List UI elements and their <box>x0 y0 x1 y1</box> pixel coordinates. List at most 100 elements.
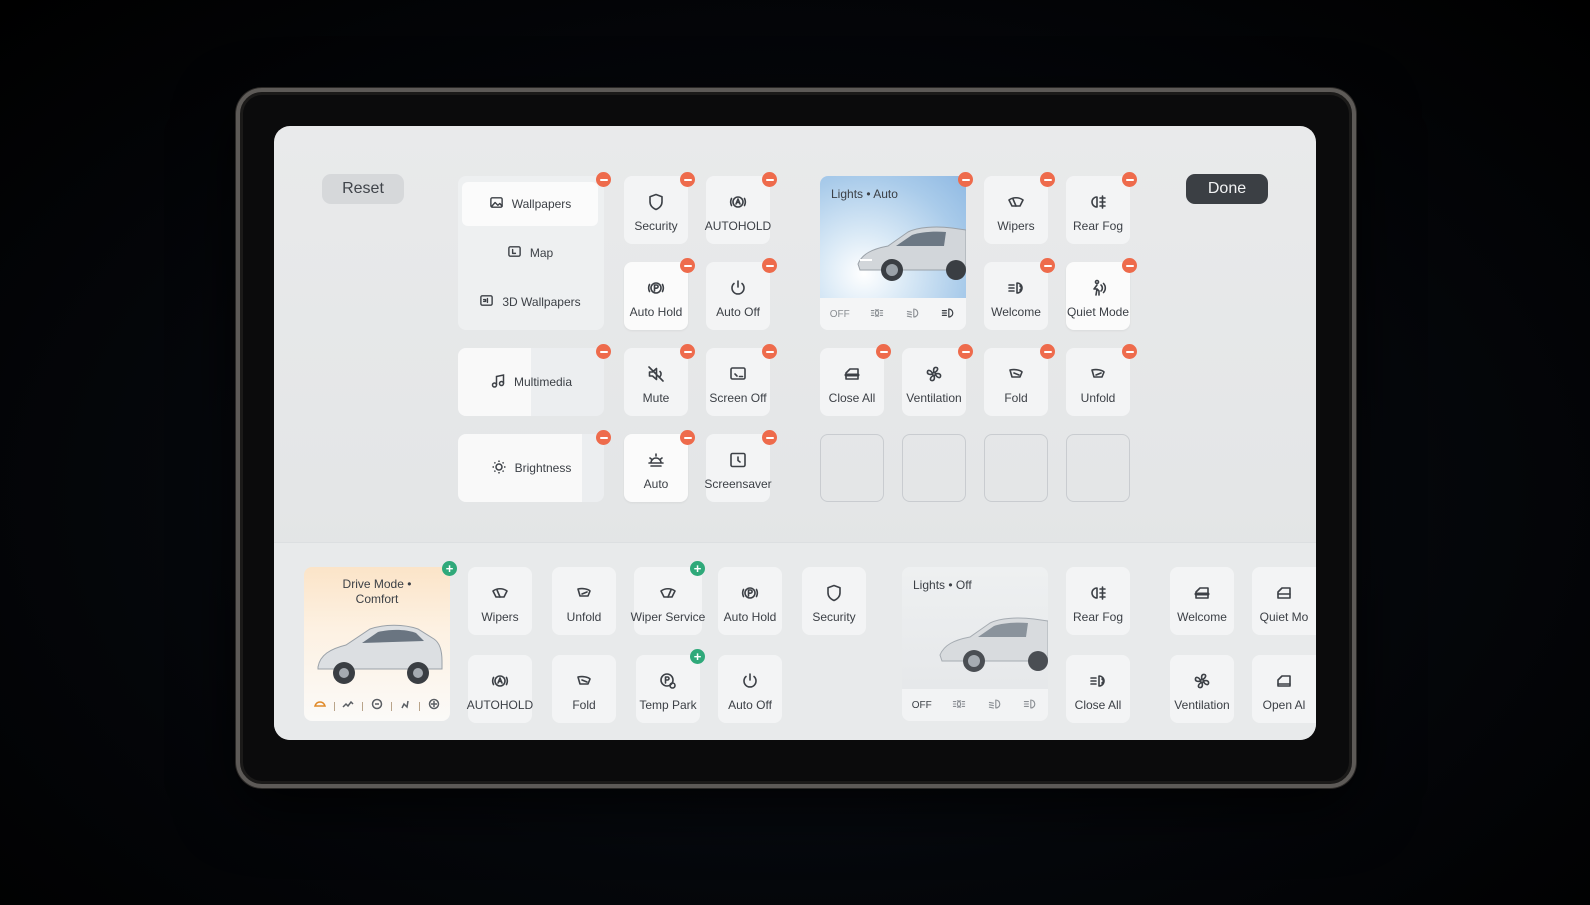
tray-welcome-tile[interactable]: Welcome <box>1170 567 1234 635</box>
custom-mode-icon[interactable] <box>399 697 411 715</box>
comfort-mode-icon[interactable] <box>313 697 326 715</box>
drive-mode-selector[interactable] <box>310 697 444 715</box>
remove-badge[interactable] <box>1040 344 1055 359</box>
wiper-service-icon <box>658 583 678 603</box>
remove-badge[interactable] <box>1040 258 1055 273</box>
wallpapers-label: Wallpapers <box>511 197 572 211</box>
remove-badge[interactable] <box>680 344 695 359</box>
lights-mode-bar[interactable]: OFF <box>820 298 966 330</box>
tray-rear-fog-label: Rear Fog <box>1072 609 1124 624</box>
auto-off-tile[interactable]: Auto Off <box>706 262 770 330</box>
tray-auto-off-tile[interactable]: Auto Off <box>718 655 782 723</box>
mute-tile[interactable]: Mute <box>624 348 688 416</box>
security-tile[interactable]: Security <box>624 176 688 244</box>
tray-lights-widget[interactable]: Lights • Off OFF <box>902 567 1048 721</box>
snow-mode-icon[interactable] <box>428 697 440 715</box>
remove-badge[interactable] <box>1040 172 1055 187</box>
empty-slot[interactable] <box>902 434 966 502</box>
done-button[interactable]: Done <box>1186 174 1268 204</box>
remove-badge[interactable] <box>762 172 777 187</box>
power-icon <box>728 278 748 298</box>
remove-badge[interactable] <box>1122 258 1137 273</box>
map-option[interactable]: Map <box>462 231 598 275</box>
tray-unfold-tile[interactable]: Unfold <box>552 567 616 635</box>
multimedia-widget[interactable]: Multimedia <box>458 348 604 416</box>
close-all-tile[interactable]: Close All <box>820 348 884 416</box>
add-badge[interactable]: + <box>690 561 705 576</box>
remove-badge[interactable] <box>958 172 973 187</box>
position-lights-icon[interactable] <box>951 696 967 715</box>
add-badge[interactable]: + <box>442 561 457 576</box>
lights-off-option[interactable]: OFF <box>830 309 850 320</box>
add-badge[interactable]: + <box>690 649 705 664</box>
quiet-mode-tile[interactable]: Quiet Mode <box>1066 262 1130 330</box>
welcome-tile[interactable]: Welcome <box>984 262 1048 330</box>
reset-button[interactable]: Reset <box>322 174 404 204</box>
security-label: Security <box>634 218 678 233</box>
eco-mode-icon[interactable] <box>371 697 383 715</box>
remove-badge[interactable] <box>1122 344 1137 359</box>
tray-wipers-tile[interactable]: Wipers <box>468 567 532 635</box>
remove-badge[interactable] <box>1122 172 1137 187</box>
remove-badge[interactable] <box>876 344 891 359</box>
brightness-widget[interactable]: Brightness <box>458 434 604 502</box>
widget-tray[interactable]: Drive Mode • Comfort + Wipers Unfold Wip… <box>274 542 1316 740</box>
remove-badge[interactable] <box>680 172 695 187</box>
remove-badge[interactable] <box>762 258 777 273</box>
tray-autohold-tile[interactable]: AUTOHOLD <box>466 655 534 723</box>
tray-security-tile[interactable]: Security <box>802 567 866 635</box>
tray-close-all-tile[interactable]: Close All <box>1066 655 1130 723</box>
rear-fog-tile[interactable]: Rear Fog <box>1066 176 1130 244</box>
high-beam-icon[interactable] <box>1022 696 1038 715</box>
quiet-mode-label: Quiet Mode <box>1066 304 1130 319</box>
wallpaper-widget[interactable]: Wallpapers Map 3D Wallpapers <box>458 176 604 330</box>
fold-tile[interactable]: Fold <box>984 348 1048 416</box>
wipers-tile[interactable]: Wipers <box>984 176 1048 244</box>
remove-badge[interactable] <box>596 344 611 359</box>
tray-wiper-service-label: Wiper Service <box>630 609 706 624</box>
remove-badge[interactable] <box>596 172 611 187</box>
tray-quiet-mode-tile[interactable]: Quiet Mo <box>1252 567 1316 635</box>
lights-widget[interactable]: Lights • Auto OFF <box>820 176 966 330</box>
tray-open-all-tile[interactable]: Open Al <box>1252 655 1316 723</box>
empty-slot[interactable] <box>820 434 884 502</box>
wallpapers-option[interactable]: Wallpapers <box>462 182 598 226</box>
auto-hold-tile[interactable]: Auto Hold <box>624 262 688 330</box>
screensaver-tile[interactable]: Screensaver <box>704 434 772 502</box>
empty-slot[interactable] <box>1066 434 1130 502</box>
screen-off-tile[interactable]: Screen Off <box>706 348 770 416</box>
remove-badge[interactable] <box>680 430 695 445</box>
tray-ventilation-tile[interactable]: Ventilation <box>1170 655 1234 723</box>
tray-rear-fog-tile[interactable]: Rear Fog <box>1066 567 1130 635</box>
high-beam-icon[interactable] <box>940 305 956 324</box>
tray-fold-tile[interactable]: Fold <box>552 655 616 723</box>
close-all-label: Close All <box>828 390 876 405</box>
tray-ventilation-label: Ventilation <box>1174 697 1230 712</box>
remove-badge[interactable] <box>762 344 777 359</box>
tray-auto-off-label: Auto Off <box>728 697 772 712</box>
remove-badge[interactable] <box>680 258 695 273</box>
empty-slot[interactable] <box>984 434 1048 502</box>
fan-icon <box>1192 671 1212 691</box>
parking-brake-icon <box>740 583 760 603</box>
position-lights-icon[interactable] <box>869 305 885 324</box>
unfold-tile[interactable]: Unfold <box>1066 348 1130 416</box>
3d-wallpapers-option[interactable]: 3D Wallpapers <box>462 280 598 324</box>
low-beam-icon[interactable] <box>905 305 921 324</box>
sport-mode-icon[interactable] <box>342 697 354 715</box>
tray-lights-mode-bar[interactable]: OFF <box>902 689 1048 721</box>
low-beam-icon[interactable] <box>987 696 1003 715</box>
ventilation-tile[interactable]: Ventilation <box>902 348 966 416</box>
remove-badge[interactable] <box>762 430 777 445</box>
drive-mode-widget[interactable]: Drive Mode • Comfort <box>304 567 450 721</box>
autohold-tile[interactable]: AUTOHOLD <box>705 176 771 244</box>
tray-temp-park-tile[interactable]: Temp Park <box>636 655 700 723</box>
tray-auto-hold-tile[interactable]: Auto Hold <box>718 567 782 635</box>
auto-brightness-tile[interactable]: Auto <box>624 434 688 502</box>
remove-badge[interactable] <box>596 430 611 445</box>
remove-badge[interactable] <box>958 344 973 359</box>
tray-lights-off-option[interactable]: OFF <box>912 700 932 711</box>
tray-wipers-label: Wipers <box>481 609 519 624</box>
tray-autohold-label: AUTOHOLD <box>466 697 534 712</box>
tray-wiper-service-tile[interactable]: Wiper Service <box>631 567 705 635</box>
